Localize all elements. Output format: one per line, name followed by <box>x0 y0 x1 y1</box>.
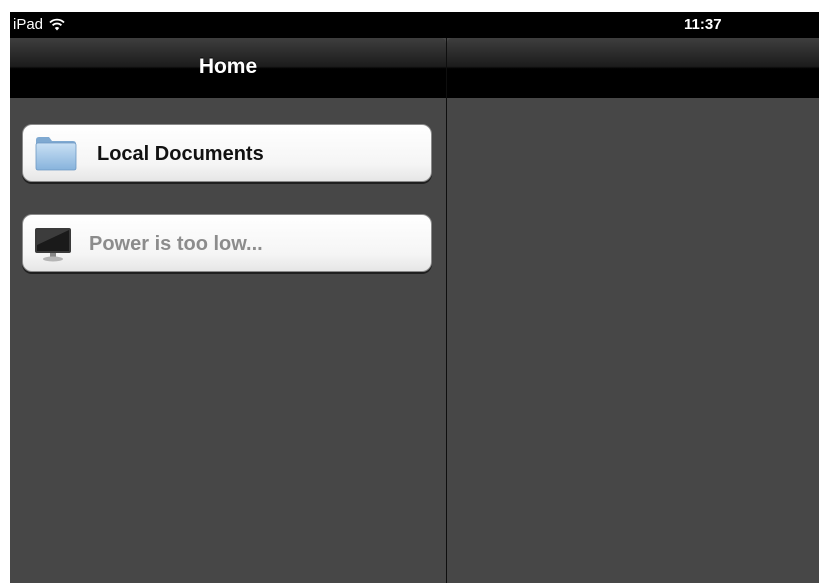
wifi-icon <box>49 18 65 31</box>
master-navbar: Home <box>10 38 446 98</box>
carrier-label: iPad <box>13 16 44 33</box>
nav-title: Home <box>198 55 258 78</box>
folder-icon <box>35 137 77 171</box>
status-bar: iPad 11:37 <box>10 12 819 38</box>
detail-pane <box>447 38 819 583</box>
master-pane: Home Local Documents Power is too low... <box>10 38 446 583</box>
carrier-group: iPad <box>13 16 65 33</box>
computer-icon <box>35 228 71 262</box>
status-time: 11:37 <box>684 16 722 33</box>
ipad-screen: iPad 11:37 Home Local Documents Power is… <box>10 12 819 583</box>
power-status-item: Power is too low... <box>22 214 432 272</box>
item-label: Local Documents <box>97 143 264 165</box>
local-documents-item[interactable]: Local Documents <box>22 124 432 182</box>
item-label: Power is too low... <box>89 233 263 255</box>
detail-navbar <box>447 38 819 98</box>
